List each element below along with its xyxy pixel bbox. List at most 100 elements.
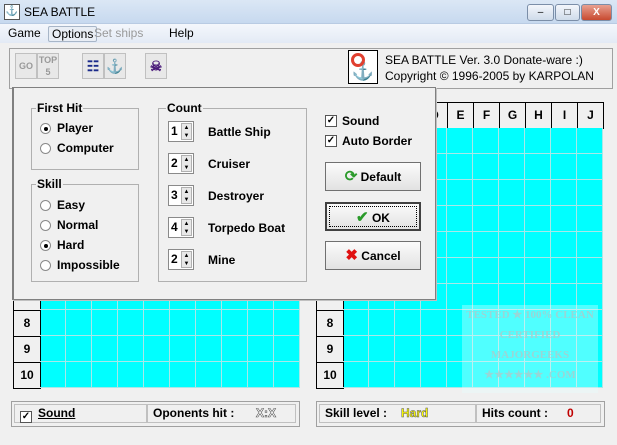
grid-cell[interactable] [395, 362, 421, 388]
grid-cell[interactable] [369, 362, 395, 388]
grid-cell[interactable] [92, 310, 118, 336]
grid-cell[interactable] [343, 336, 369, 362]
grid-cell[interactable] [499, 232, 525, 258]
grid-cell[interactable] [447, 154, 473, 180]
grid-cell[interactable] [144, 310, 170, 336]
sound-checkbox[interactable]: ✓ [325, 115, 337, 127]
menu-game[interactable]: Game [5, 26, 44, 42]
grid-cell[interactable] [421, 336, 447, 362]
radio-impossible[interactable] [40, 260, 51, 271]
radio-player-label[interactable]: Player [57, 121, 93, 135]
grid-cell[interactable] [447, 180, 473, 206]
grid-cell[interactable] [395, 336, 421, 362]
grid-cell[interactable] [577, 258, 603, 284]
menu-options[interactable]: Options [48, 26, 98, 42]
count-spinner[interactable]: 2 ▲ ▼ [168, 153, 194, 174]
grid-cell[interactable] [144, 362, 170, 388]
grid-cell[interactable] [248, 362, 274, 388]
grid-cell[interactable] [473, 128, 499, 154]
radio-computer-label[interactable]: Computer [57, 141, 114, 155]
grid-cell[interactable] [170, 336, 196, 362]
grid-cell[interactable] [577, 180, 603, 206]
grid-cell[interactable] [222, 362, 248, 388]
grid-cell[interactable] [66, 362, 92, 388]
grid-cell[interactable] [343, 362, 369, 388]
grid-cell[interactable] [447, 128, 473, 154]
grid-cell[interactable] [196, 310, 222, 336]
grid-cell[interactable] [170, 310, 196, 336]
grid-cell[interactable] [369, 310, 395, 336]
grid-cell[interactable] [577, 128, 603, 154]
grid-cell[interactable] [40, 362, 66, 388]
go-button[interactable]: GO [15, 53, 37, 79]
grid-cell[interactable] [343, 310, 369, 336]
grid-cell[interactable] [274, 362, 300, 388]
count-spinner[interactable]: 1 ▲ ▼ [168, 121, 194, 142]
grid-cell[interactable] [551, 232, 577, 258]
grid-cell[interactable] [118, 336, 144, 362]
radio-hard[interactable] [40, 240, 51, 251]
spinner-arrows-icon[interactable]: ▲ ▼ [181, 187, 192, 204]
grid-cell[interactable] [248, 310, 274, 336]
count-spinner[interactable]: 3 ▲ ▼ [168, 185, 194, 206]
ok-button[interactable]: ✔ OK [325, 202, 421, 231]
grid-cell[interactable] [447, 258, 473, 284]
maximize-button[interactable]: □ [555, 4, 580, 21]
radio-normal[interactable] [40, 220, 51, 231]
grid-cell[interactable] [40, 310, 66, 336]
radio-player[interactable] [40, 123, 51, 134]
grid-cell[interactable] [525, 258, 551, 284]
spinner-arrows-icon[interactable]: ▲ ▼ [181, 251, 192, 268]
top5-button[interactable]: TOP 5 [37, 53, 59, 79]
grid-cell[interactable] [66, 336, 92, 362]
grid-cell[interactable] [499, 206, 525, 232]
menu-help[interactable]: Help [166, 26, 197, 42]
menu-set-ships[interactable]: Set ships [91, 26, 146, 42]
spinner-arrows-icon[interactable]: ▲ ▼ [181, 155, 192, 172]
close-button[interactable]: X [581, 4, 612, 21]
grid-cell[interactable] [525, 128, 551, 154]
anchor-icon[interactable]: ⚓ [104, 53, 126, 79]
auto-border-checkbox[interactable]: ✓ [325, 135, 337, 147]
grid-cell[interactable] [525, 206, 551, 232]
grid-cell[interactable] [222, 310, 248, 336]
grid-cell[interactable] [196, 362, 222, 388]
grid-cell[interactable] [499, 128, 525, 154]
cancel-button[interactable]: ✖ Cancel [325, 241, 421, 270]
spinner-arrows-icon[interactable]: ▲ ▼ [181, 219, 192, 236]
grid-cell[interactable] [421, 362, 447, 388]
grid-cell[interactable] [473, 206, 499, 232]
radio-computer[interactable] [40, 143, 51, 154]
grid-cell[interactable] [499, 154, 525, 180]
grid-cell[interactable] [369, 336, 395, 362]
grid-cell[interactable] [499, 258, 525, 284]
radio-easy[interactable] [40, 200, 51, 211]
grid-cell[interactable] [577, 206, 603, 232]
grid-cell[interactable] [525, 154, 551, 180]
count-spinner[interactable]: 4 ▲ ▼ [168, 217, 194, 238]
grid-cell[interactable] [274, 336, 300, 362]
skull-icon[interactable]: ☠ [145, 53, 167, 79]
grid-cell[interactable] [473, 154, 499, 180]
default-button[interactable]: ⟳ Default [325, 162, 421, 191]
grid-cell[interactable] [551, 258, 577, 284]
spinner-arrows-icon[interactable]: ▲ ▼ [181, 123, 192, 140]
minimize-button[interactable]: – [527, 4, 554, 21]
grid-cell[interactable] [196, 336, 222, 362]
radio-hard-label[interactable]: Hard [57, 238, 84, 252]
grid-cell[interactable] [118, 310, 144, 336]
settings-sliders-icon[interactable]: ☷ [82, 53, 104, 79]
radio-normal-label[interactable]: Normal [57, 218, 98, 232]
grid-cell[interactable] [421, 310, 447, 336]
auto-border-label[interactable]: Auto Border [342, 134, 412, 148]
grid-cell[interactable] [395, 310, 421, 336]
grid-cell[interactable] [577, 232, 603, 258]
grid-cell[interactable] [577, 154, 603, 180]
grid-cell[interactable] [447, 206, 473, 232]
grid-cell[interactable] [473, 258, 499, 284]
grid-cell[interactable] [40, 336, 66, 362]
grid-cell[interactable] [525, 180, 551, 206]
grid-cell[interactable] [274, 310, 300, 336]
radio-easy-label[interactable]: Easy [57, 198, 85, 212]
grid-cell[interactable] [144, 336, 170, 362]
